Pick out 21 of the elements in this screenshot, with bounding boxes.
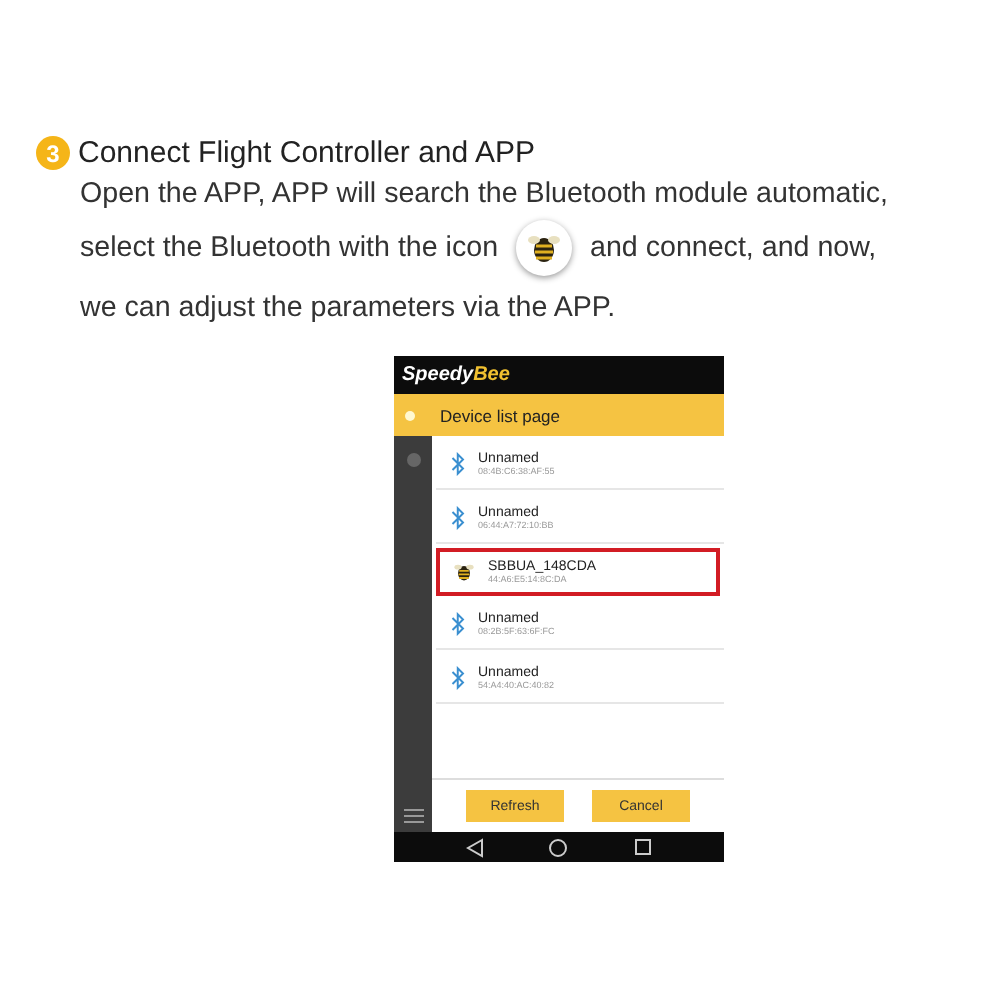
bee-icon <box>452 560 476 584</box>
app-logo-text: Speedy <box>402 364 474 386</box>
step-number: 3 <box>36 136 70 170</box>
instruction-text: Open the APP, APP will search the Bluetooth module automatic, <box>80 178 889 210</box>
page-title: Device list page <box>440 405 561 425</box>
dot-icon <box>404 409 416 421</box>
menu-icon <box>403 808 423 824</box>
recents-icon <box>633 838 652 856</box>
bluetooth-icon <box>448 452 466 476</box>
bluetooth-icon <box>448 506 466 530</box>
bluetooth-icon <box>448 666 466 690</box>
step-title: Connect Flight Controller and APP <box>78 136 535 170</box>
bluetooth-icon <box>448 612 466 636</box>
instruction-text: select the Bluetooth with the icon <box>80 232 499 264</box>
app-logo-text: Bee <box>473 364 510 386</box>
home-icon <box>548 837 569 857</box>
bee-icon <box>516 220 573 276</box>
dot-icon <box>405 452 421 468</box>
instruction-text: and connect, and now, <box>590 232 877 264</box>
instruction-text: we can adjust the parameters via the APP. <box>80 292 616 324</box>
back-icon <box>466 837 485 857</box>
